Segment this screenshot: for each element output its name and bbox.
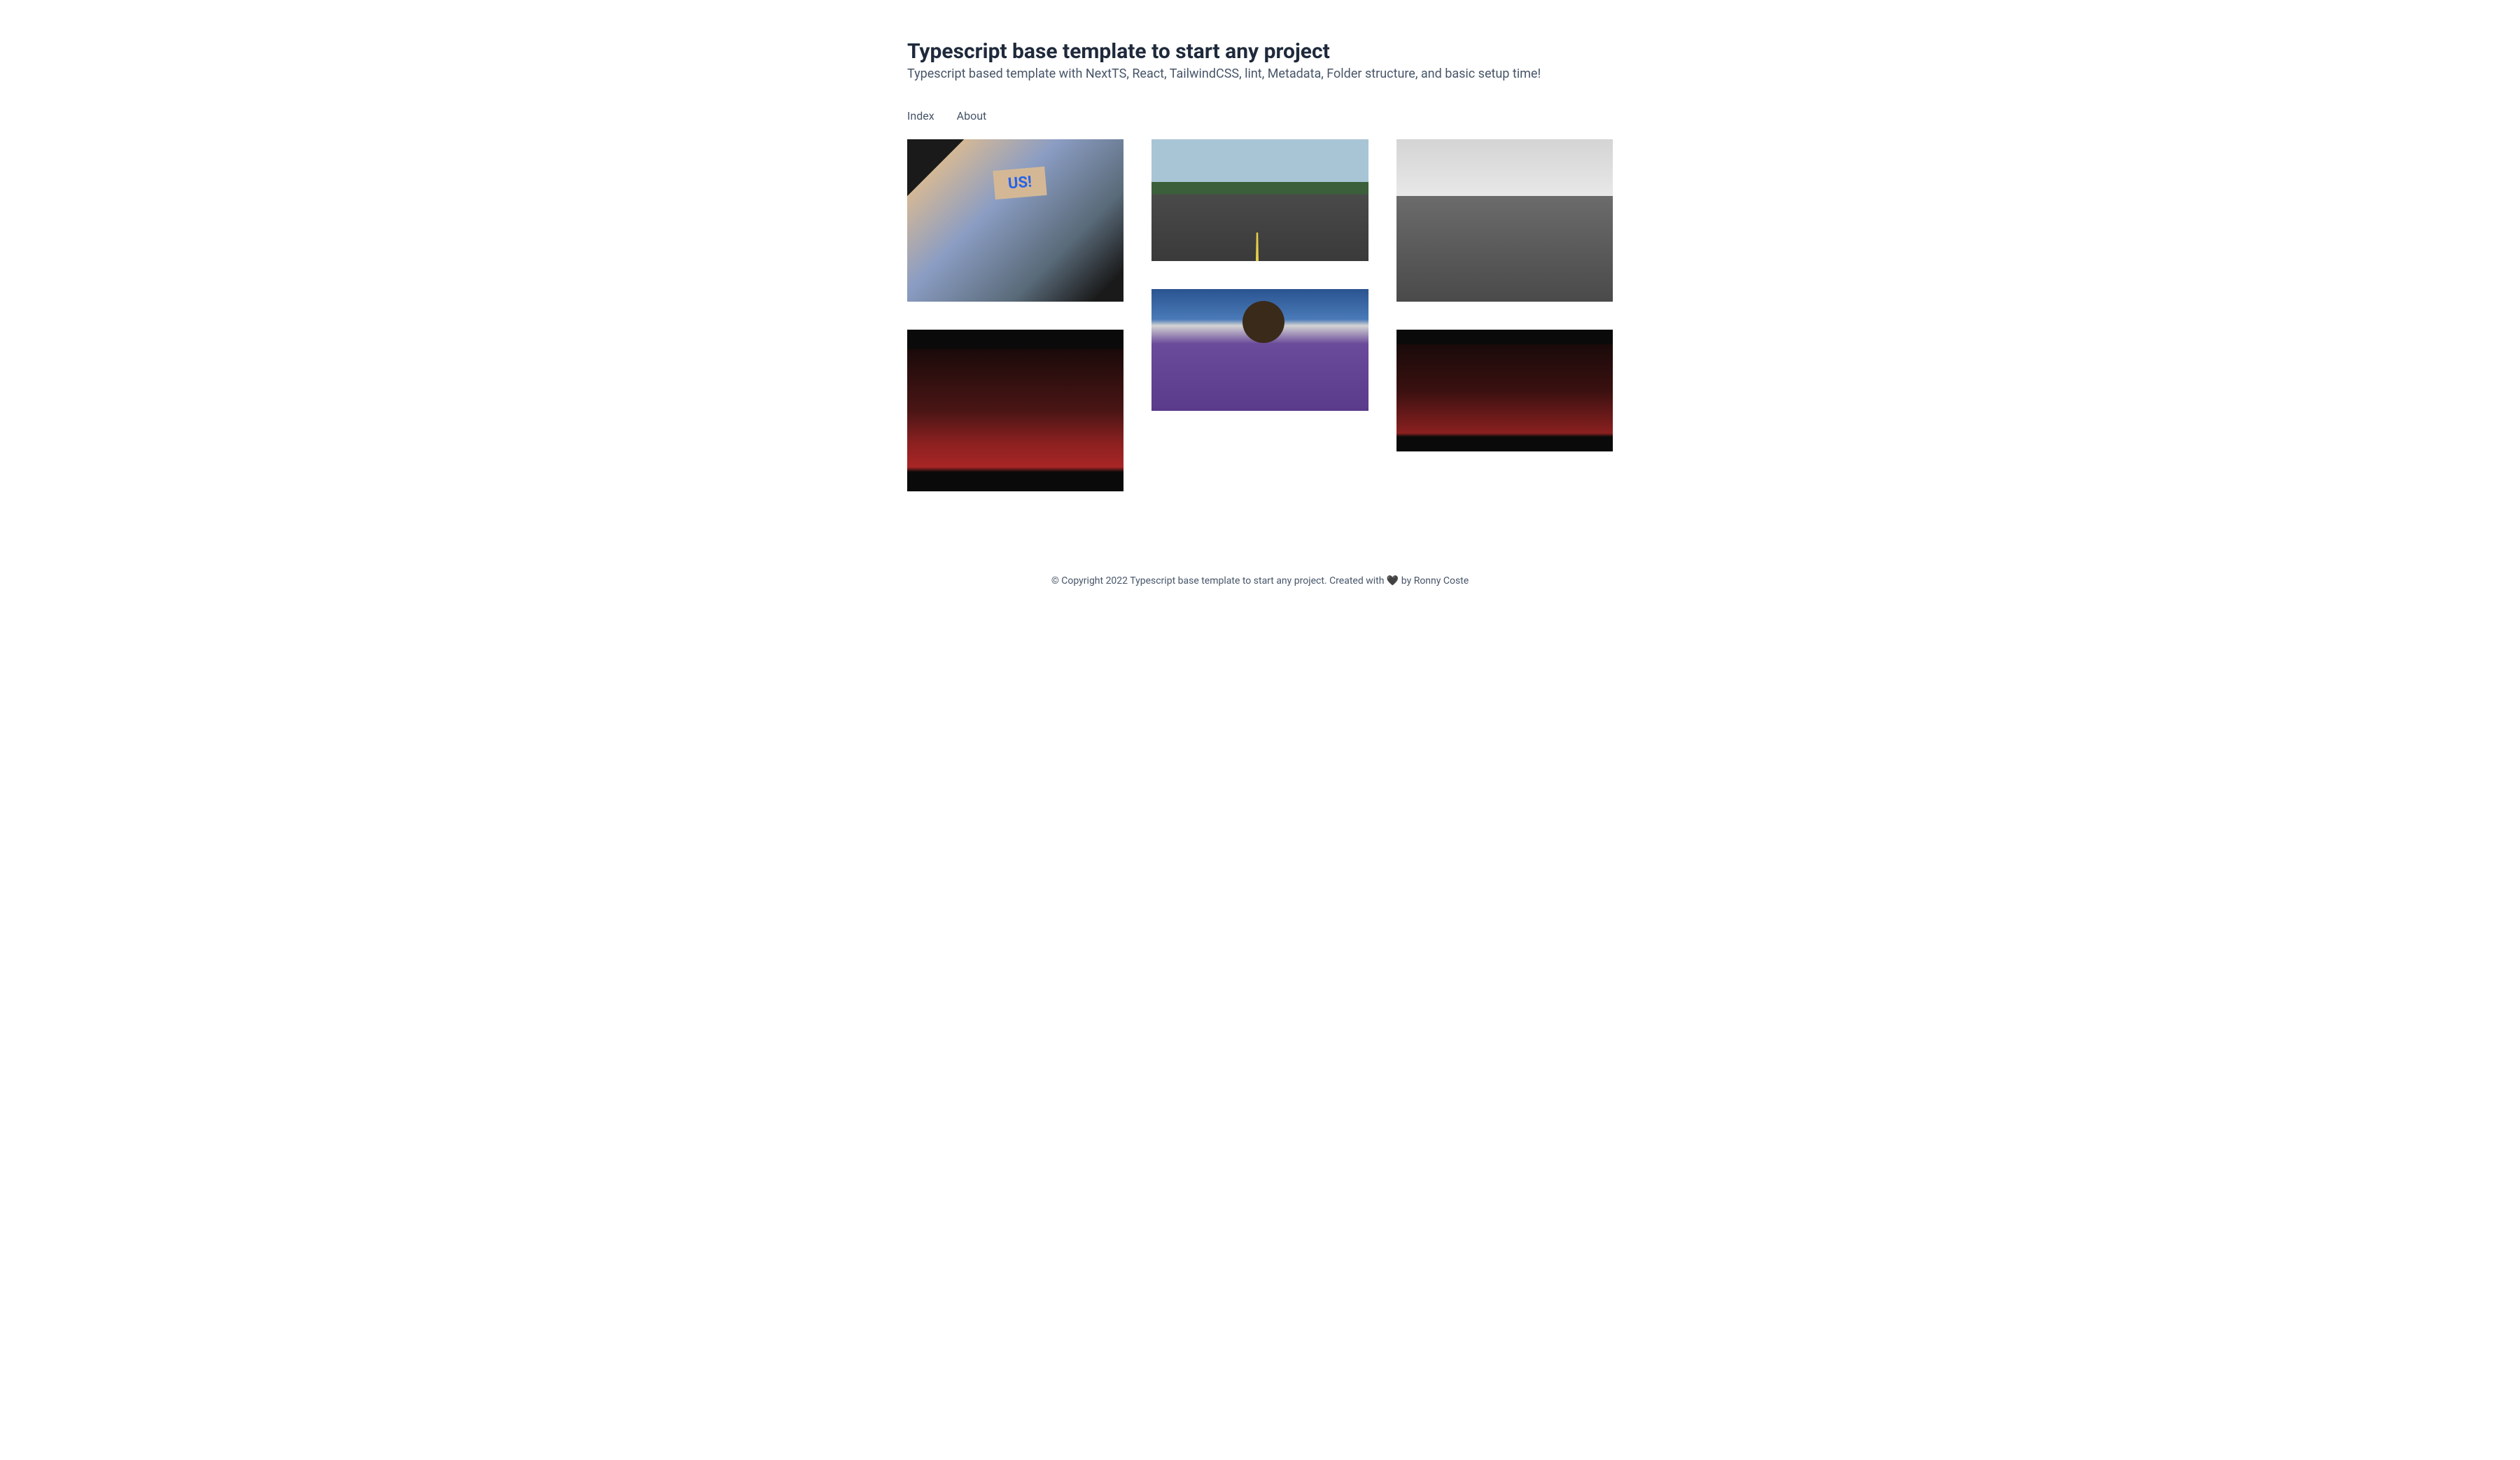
nav-link-index[interactable]: Index — [907, 109, 934, 122]
gallery-image-road-color[interactable] — [1152, 139, 1368, 261]
page-title: Typescript base template to start any pr… — [907, 39, 1613, 64]
footer-by: by — [1399, 575, 1413, 587]
page-subtitle: Typescript based template with NextTS, R… — [907, 66, 1613, 81]
image-gallery — [907, 139, 1613, 491]
nav-link-about[interactable]: About — [957, 109, 987, 122]
gallery-image-lavender-field[interactable] — [1152, 289, 1368, 411]
gallery-image-protest[interactable] — [907, 139, 1124, 302]
gallery-image-car-seats-people[interactable] — [907, 330, 1124, 492]
gallery-image-car-seats-figures[interactable] — [1396, 330, 1613, 451]
gallery-image-road-bw[interactable] — [1396, 139, 1613, 302]
main-container: Typescript base template to start any pr… — [896, 0, 1624, 491]
page-footer: © Copyright 2022 Typescript base templat… — [0, 547, 2520, 615]
gallery-column-2 — [1152, 139, 1368, 491]
gallery-column-1 — [907, 139, 1124, 491]
gallery-column-3 — [1396, 139, 1613, 491]
footer-copyright: © Copyright 2022 Typescript base templat… — [1051, 575, 1387, 587]
footer-author-link[interactable]: Ronny Coste — [1414, 575, 1469, 587]
heart-icon: 🖤 — [1387, 575, 1399, 587]
main-nav: Index About — [907, 109, 1613, 122]
